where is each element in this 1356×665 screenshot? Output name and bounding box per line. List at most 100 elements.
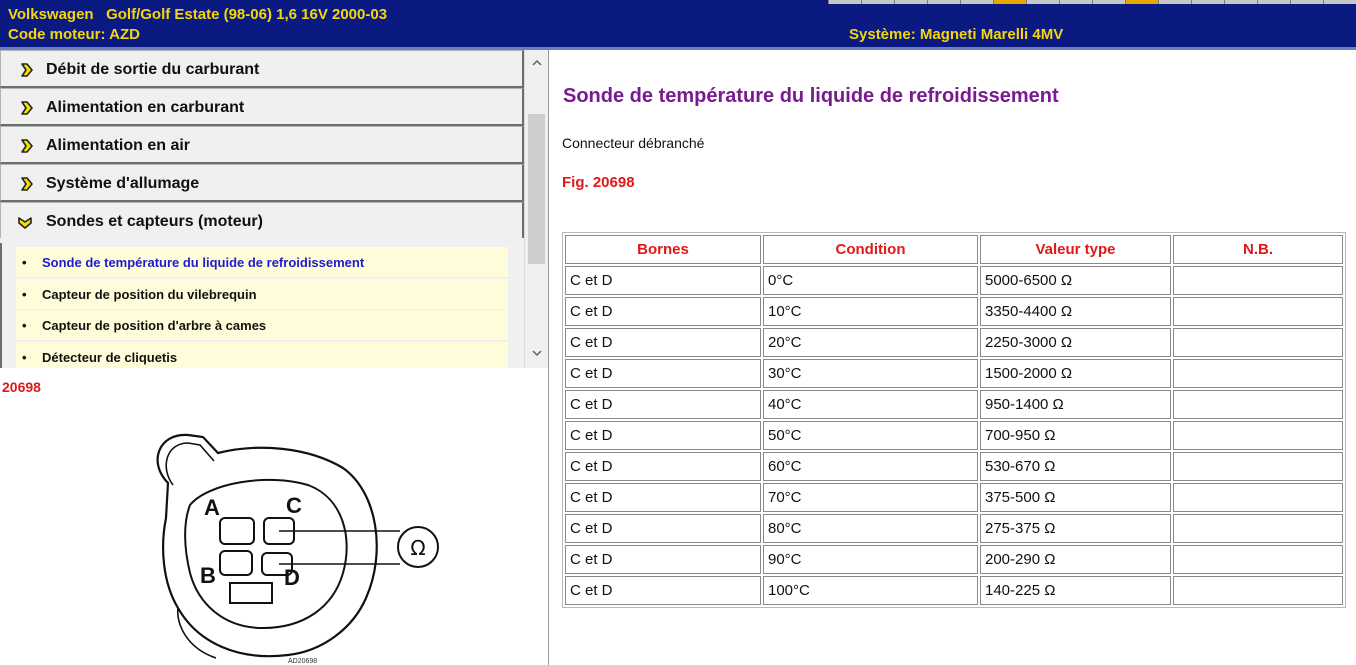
cell-terminals: C et D <box>565 297 761 326</box>
table-row: C et D 70°C 375-500 Ω <box>565 483 1343 512</box>
cell-condition: 50°C <box>763 421 978 450</box>
cell-condition: 10°C <box>763 297 978 326</box>
cell-notes <box>1173 421 1343 450</box>
cell-terminals: C et D <box>565 359 761 388</box>
right-arrow-icon <box>21 63 33 77</box>
cell-notes <box>1173 514 1343 543</box>
cell-condition: 0°C <box>763 266 978 295</box>
cell-condition: 40°C <box>763 390 978 419</box>
app-header: Volkswagen Golf/Golf Estate (98-06) 1,6 … <box>0 0 1356 47</box>
cell-terminals: C et D <box>565 421 761 450</box>
nav-category-label: Système d'allumage <box>46 175 200 192</box>
down-arrow-icon <box>18 217 32 229</box>
cell-typical-value: 200-290 Ω <box>980 545 1171 574</box>
chevron-up-icon[interactable] <box>525 52 548 74</box>
nav-category-label: Alimentation en carburant <box>46 99 245 116</box>
nav-category-fuel-supply[interactable]: Alimentation en carburant <box>0 88 524 126</box>
column-header-condition: Condition <box>763 235 978 264</box>
cell-typical-value: 5000-6500 Ω <box>980 266 1171 295</box>
nav-category-label: Sondes et capteurs (moteur) <box>46 213 263 230</box>
nav-subitems: • Sonde de température du liquide de ref… <box>0 243 524 368</box>
nav-subitem-coolant-sensor[interactable]: • Sonde de température du liquide de ref… <box>16 247 508 277</box>
column-header-typical-value: Valeur type <box>980 235 1171 264</box>
table-row: C et D 50°C 700-950 Ω <box>565 421 1343 450</box>
cell-terminals: C et D <box>565 266 761 295</box>
test-condition: Connecteur débranché <box>562 135 705 151</box>
right-arrow-icon <box>21 101 33 115</box>
cell-notes <box>1173 266 1343 295</box>
nav-list: Débit de sortie du carburant Alimentatio… <box>0 50 524 238</box>
table-header-row: Bornes Condition Valeur type N.B. <box>565 235 1343 264</box>
cell-notes <box>1173 483 1343 512</box>
cell-typical-value: 1500-2000 Ω <box>980 359 1171 388</box>
cell-condition: 90°C <box>763 545 978 574</box>
table-row: C et D 40°C 950-1400 Ω <box>565 390 1343 419</box>
nav-category-label: Alimentation en air <box>46 137 191 154</box>
cell-condition: 80°C <box>763 514 978 543</box>
cell-terminals: C et D <box>565 390 761 419</box>
nav-subitem-crankshaft-sensor[interactable]: • Capteur de position du vilebrequin <box>16 279 508 309</box>
figure-link[interactable]: Fig. 20698 <box>562 174 635 191</box>
pin-label-c: C <box>286 493 302 518</box>
cell-typical-value: 950-1400 Ω <box>980 390 1171 419</box>
table-row: C et D 30°C 1500-2000 Ω <box>565 359 1343 388</box>
pin-label-b: B <box>200 563 216 588</box>
bullet-icon: • <box>22 287 27 302</box>
nav-subitem-label: Sonde de température du liquide de refro… <box>42 255 365 270</box>
scroll-thumb[interactable] <box>528 114 545 264</box>
nav-category-sensors[interactable]: Sondes et capteurs (moteur) <box>0 202 524 238</box>
content-panel: Sonde de température du liquide de refro… <box>549 50 1356 665</box>
nav-category-air-supply[interactable]: Alimentation en air <box>0 126 524 164</box>
cell-typical-value: 375-500 Ω <box>980 483 1171 512</box>
cell-notes <box>1173 359 1343 388</box>
spec-table: Bornes Condition Valeur type N.B. C et D… <box>562 232 1346 608</box>
right-arrow-icon <box>21 139 33 153</box>
cell-terminals: C et D <box>565 576 761 605</box>
cell-notes <box>1173 297 1343 326</box>
table-row: C et D 20°C 2250-3000 Ω <box>565 328 1343 357</box>
connector-diagram: A C B D Ω AD20698 <box>156 433 439 665</box>
system-name: Système: Magneti Marelli 4MV <box>849 26 1064 43</box>
nav-panel: Débit de sortie du carburant Alimentatio… <box>0 50 548 368</box>
nav-subitem-camshaft-sensor[interactable]: • Capteur de position d'arbre à cames <box>16 310 508 340</box>
pin-label-a: A <box>204 495 220 520</box>
nav-category-ignition[interactable]: Système d'allumage <box>0 164 524 202</box>
cell-notes <box>1173 545 1343 574</box>
cell-condition: 20°C <box>763 328 978 357</box>
chevron-down-icon[interactable] <box>525 342 548 364</box>
table-row: C et D 10°C 3350-4400 Ω <box>565 297 1343 326</box>
nav-category-label: Débit de sortie du carburant <box>46 61 260 78</box>
cell-terminals: C et D <box>565 514 761 543</box>
cell-terminals: C et D <box>565 483 761 512</box>
cell-typical-value: 275-375 Ω <box>980 514 1171 543</box>
nav-subitem-knock-sensor[interactable]: • Détecteur de cliquetis <box>16 342 508 368</box>
drawing-code: AD20698 <box>288 658 317 665</box>
page-title: Sonde de température du liquide de refro… <box>563 85 1059 107</box>
cell-terminals: C et D <box>565 545 761 574</box>
column-header-notes: N.B. <box>1173 235 1343 264</box>
cell-notes <box>1173 328 1343 357</box>
pin-label-d: D <box>284 565 300 590</box>
table-row: C et D 90°C 200-290 Ω <box>565 545 1343 574</box>
bullet-icon: • <box>22 255 27 270</box>
nav-subitem-label: Capteur de position d'arbre à cames <box>42 318 267 333</box>
cell-terminals: C et D <box>565 452 761 481</box>
cell-terminals: C et D <box>565 328 761 357</box>
cell-typical-value: 530-670 Ω <box>980 452 1171 481</box>
toolbar-strip[interactable] <box>828 0 1356 4</box>
cell-notes <box>1173 390 1343 419</box>
nav-category-fuel-delivery[interactable]: Débit de sortie du carburant <box>0 50 524 88</box>
cell-condition: 60°C <box>763 452 978 481</box>
table-row: C et D 60°C 530-670 Ω <box>565 452 1343 481</box>
table-row: C et D 0°C 5000-6500 Ω <box>565 266 1343 295</box>
cell-condition: 100°C <box>763 576 978 605</box>
cell-typical-value: 700-950 Ω <box>980 421 1171 450</box>
cell-typical-value: 2250-3000 Ω <box>980 328 1171 357</box>
cell-notes <box>1173 452 1343 481</box>
nav-scrollbar[interactable] <box>524 50 548 368</box>
cell-typical-value: 140-225 Ω <box>980 576 1171 605</box>
table-row: C et D 80°C 275-375 Ω <box>565 514 1343 543</box>
right-arrow-icon <box>21 177 33 191</box>
bullet-icon: • <box>22 318 27 333</box>
cell-condition: 30°C <box>763 359 978 388</box>
